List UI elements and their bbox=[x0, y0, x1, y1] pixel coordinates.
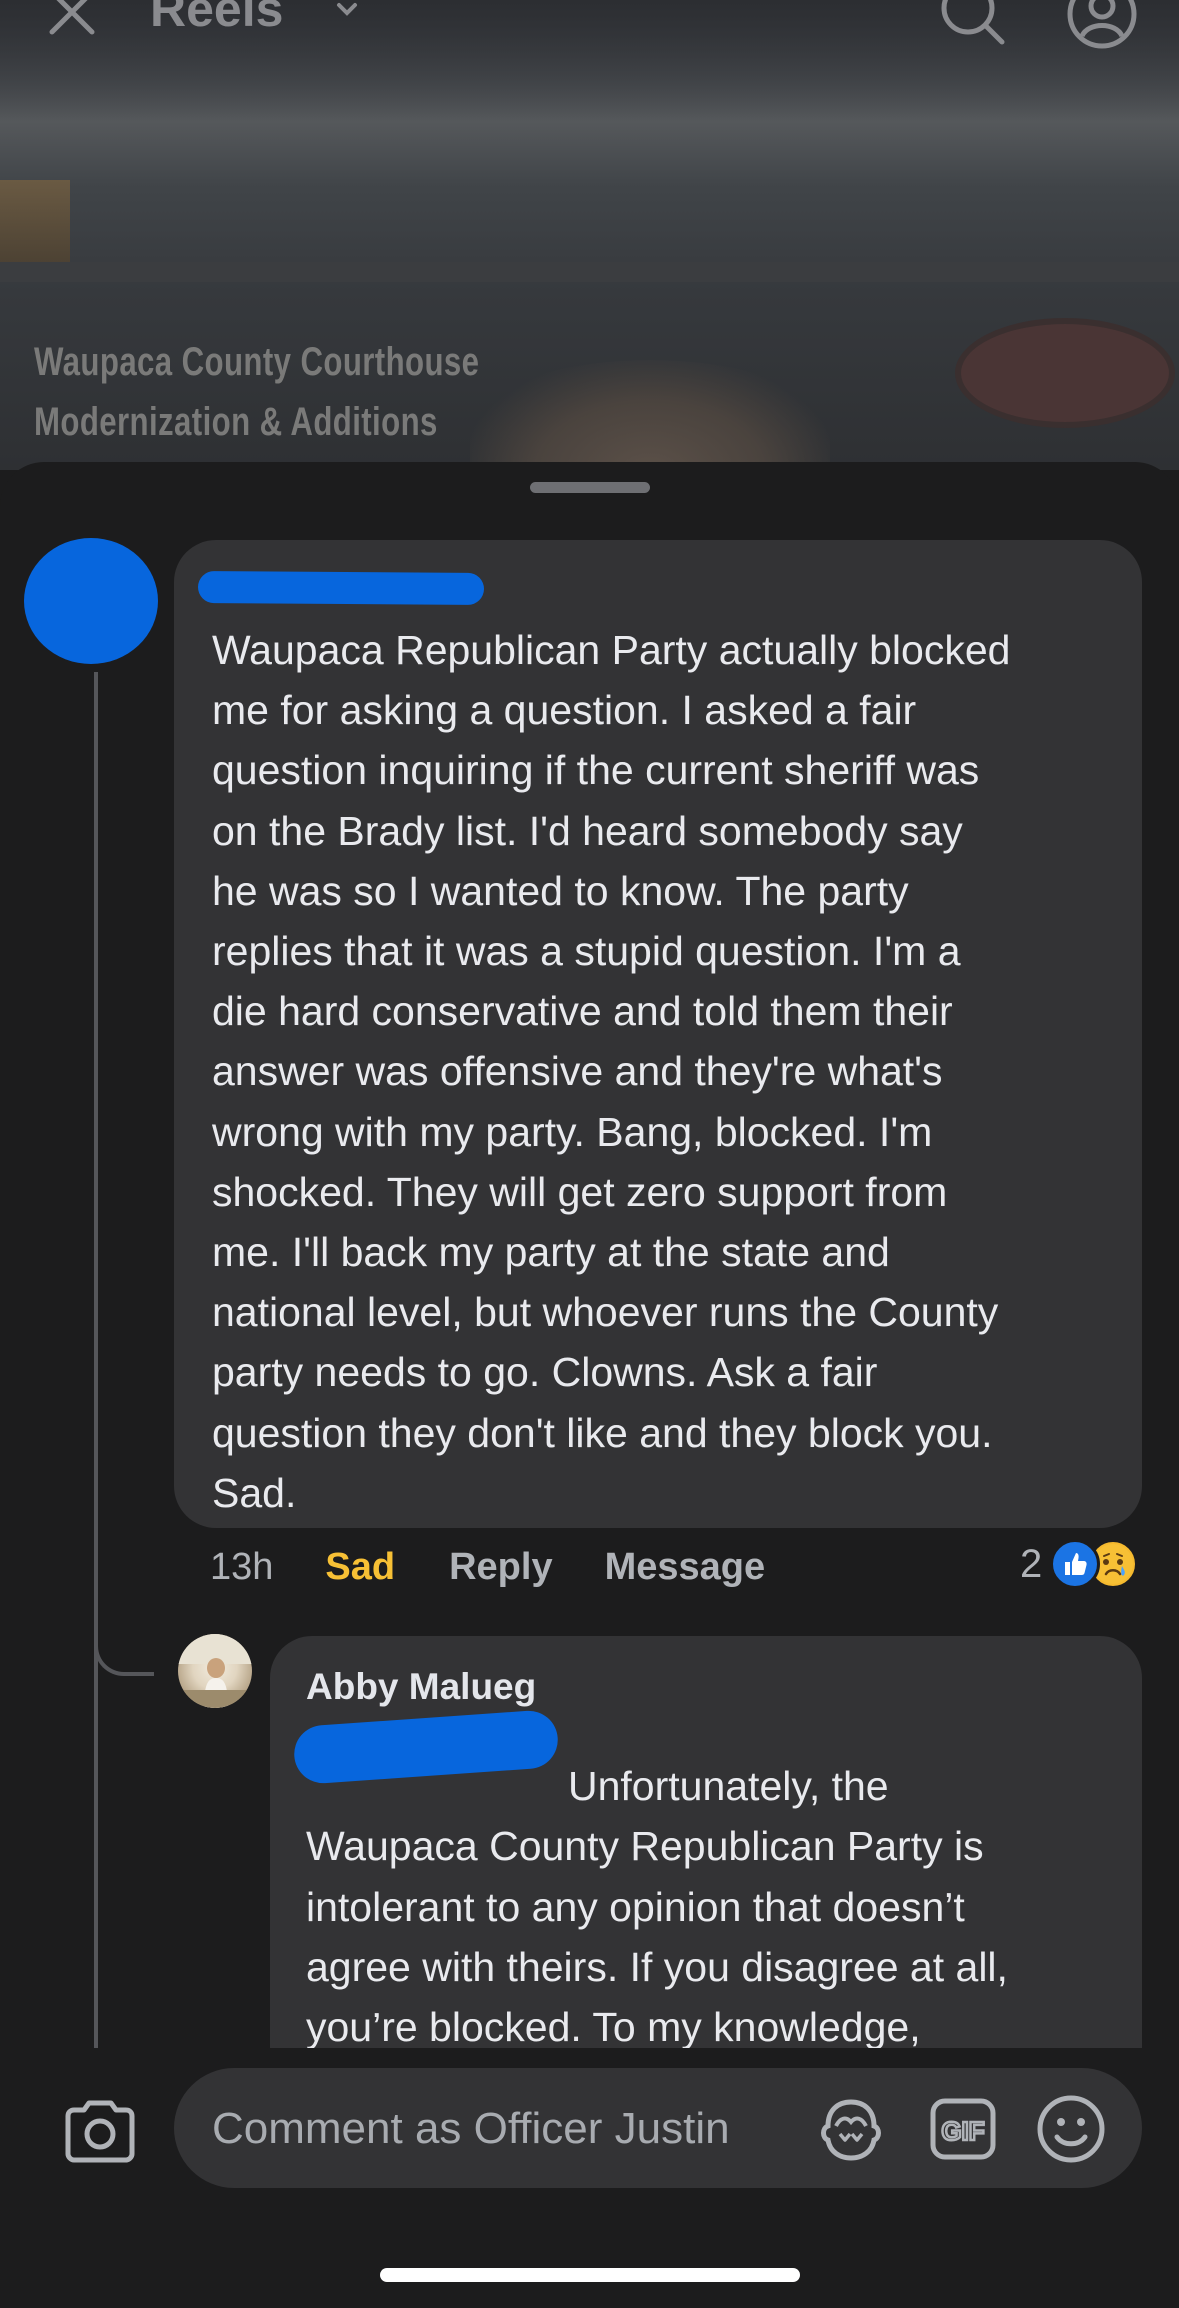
redacted-author-name bbox=[197, 571, 485, 605]
video-sign-line1: Waupaca County Courthouse bbox=[34, 340, 480, 384]
comment-bubble: Waupaca Republican Party actually blocke… bbox=[174, 540, 1142, 1528]
comment-text: Waupaca Republican Party actually blocke… bbox=[212, 627, 1011, 1516]
comment-actions: 13h Sad Reply Message bbox=[210, 1542, 765, 1592]
page-title[interactable]: Reels bbox=[150, 0, 283, 38]
reply-button[interactable]: Reply bbox=[449, 1546, 552, 1589]
top-bar: Reels bbox=[0, 0, 1179, 60]
search-icon[interactable] bbox=[938, 0, 1008, 48]
sheet-drag-handle[interactable] bbox=[530, 482, 650, 493]
reply-avatar[interactable] bbox=[178, 1634, 252, 1708]
gif-icon[interactable]: GIF bbox=[930, 2098, 996, 2160]
avatar[interactable] bbox=[24, 538, 158, 664]
home-indicator[interactable] bbox=[380, 2268, 800, 2282]
comment-input[interactable]: Comment as Officer Justin GIF bbox=[174, 2068, 1142, 2188]
emoji-icon[interactable] bbox=[1036, 2094, 1106, 2164]
reaction-button[interactable]: Sad bbox=[325, 1546, 395, 1589]
video-tree bbox=[470, 360, 830, 470]
svg-text:GIF: GIF bbox=[941, 2116, 984, 2146]
video-building bbox=[0, 180, 70, 270]
video-sign-line2: Modernization & Additions bbox=[34, 400, 438, 444]
video-sign-logo bbox=[955, 318, 1175, 428]
thread-line bbox=[94, 672, 98, 2052]
video-roofline bbox=[0, 262, 1179, 282]
message-button[interactable]: Message bbox=[605, 1546, 766, 1589]
comment-timestamp: 13h bbox=[210, 1545, 274, 1588]
reply-bubble: Abby Malueg Unfortunately, the Waupaca Co… bbox=[270, 1636, 1142, 2110]
like-reaction-icon bbox=[1050, 1539, 1101, 1589]
reel-video-background: Waupaca County Courthouse Modernization … bbox=[0, 0, 1179, 470]
profile-icon[interactable] bbox=[1066, 0, 1138, 50]
comment-input-placeholder: Comment as Officer Justin bbox=[212, 2104, 730, 2153]
chevron-down-icon[interactable] bbox=[335, 0, 359, 22]
reaction-summary[interactable]: 2 bbox=[1020, 1534, 1139, 1594]
reaction-count: 2 bbox=[1020, 1541, 1043, 1586]
comments-sheet: Waupaca Republican Party actually blocke… bbox=[0, 462, 1179, 2308]
camera-icon[interactable] bbox=[62, 2098, 138, 2164]
thread-connector bbox=[94, 1632, 154, 1676]
avatar-sticker-icon[interactable] bbox=[816, 2096, 886, 2162]
close-icon[interactable] bbox=[44, 0, 100, 40]
reply-text-first-line: Unfortunately, the bbox=[568, 1763, 889, 1810]
